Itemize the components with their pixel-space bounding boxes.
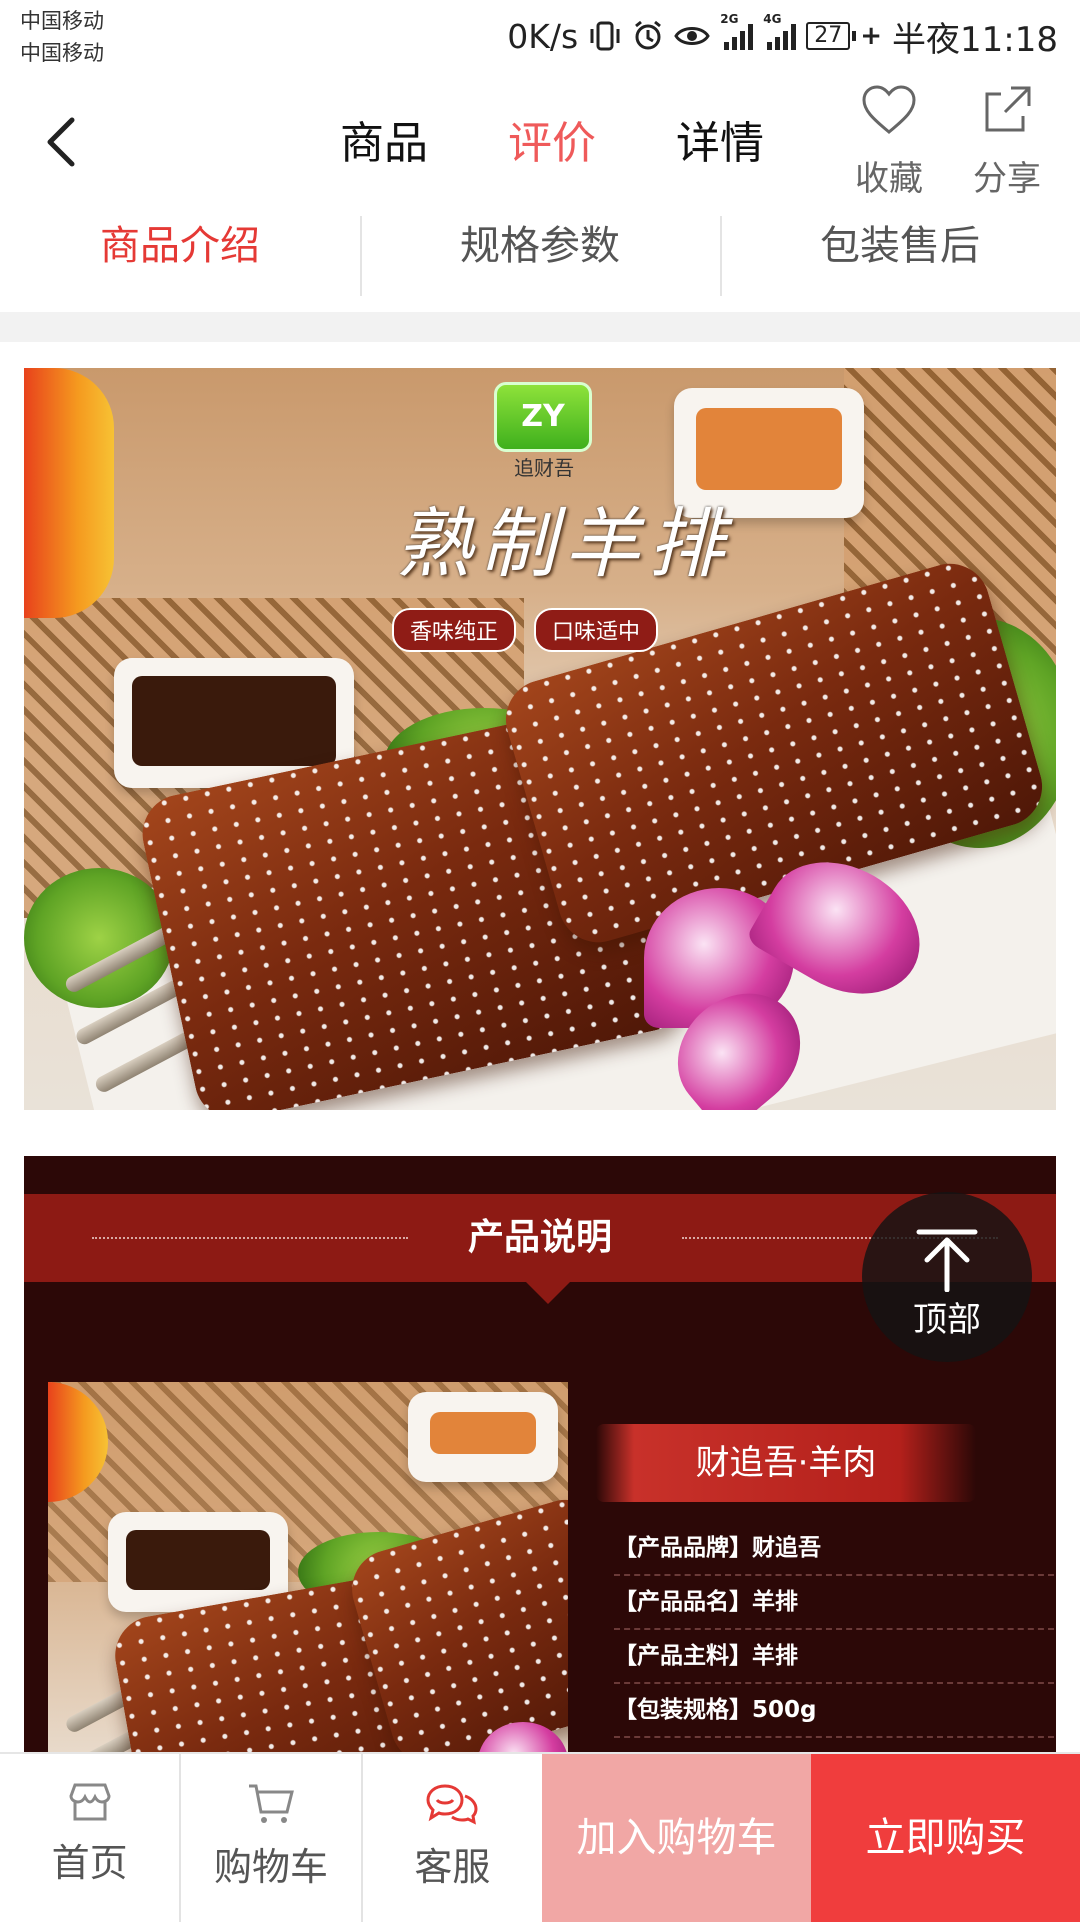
add-to-cart-button[interactable]: 加入购物车 <box>541 1754 811 1922</box>
subtab-product-intro[interactable]: 商品介绍 <box>0 212 360 312</box>
back-arrow-icon[interactable] <box>34 112 94 172</box>
spec-package: 【包装规格】500g <box>614 1684 1054 1738</box>
section-divider <box>0 312 1080 342</box>
cart-label: 购物车 <box>213 1845 328 1889</box>
buy-now-button[interactable]: 立即购买 <box>810 1754 1080 1922</box>
customer-service-button[interactable]: 客服 <box>360 1754 542 1922</box>
hero-title: 熟制羊排 <box>396 499 732 588</box>
bottom-action-bar: 首页 购物车 客服 加入购物车 立即购买 <box>0 1752 1080 1922</box>
brand-logo: ZY <box>494 382 592 452</box>
arrow-up-icon <box>916 1229 978 1292</box>
battery-icon: 27 + <box>806 21 882 51</box>
signal-2g-icon: 2G <box>720 12 754 50</box>
home-label: 首页 <box>51 1841 128 1885</box>
share-icon <box>985 86 1031 132</box>
brand-banner-text: 财追吾·羊肉 <box>695 1443 877 1483</box>
status-indicators: 0K/s 2G 4G 27 + 半夜11:18 <box>507 12 1058 60</box>
eye-icon <box>674 27 710 45</box>
store-icon <box>69 1783 111 1821</box>
carrier-2: 中国移动 <box>20 41 104 65</box>
product-photo <box>48 1382 568 1752</box>
clock: 半夜11:18 <box>892 19 1058 60</box>
page-tabs: 商品 评价 详情 <box>300 114 804 224</box>
tab-product[interactable]: 商品 <box>300 114 468 174</box>
hero-tags: 香味纯正 口味适中 <box>392 608 659 652</box>
share-label: 分享 <box>973 159 1041 199</box>
chat-icon <box>426 1784 478 1825</box>
spec-brand: 【产品品牌】财追吾 <box>614 1522 1054 1576</box>
top-nav: 商品 评价 详情 收藏 分享 <box>0 72 1080 224</box>
brand-name: 追财吾 <box>514 456 574 480</box>
signal-4g-icon: 4G <box>763 12 797 50</box>
home-button[interactable]: 首页 <box>0 1754 179 1922</box>
signal-2g-label: 2G <box>720 12 739 26</box>
subtab-specs[interactable]: 规格参数 <box>360 212 720 312</box>
favorite-button[interactable]: 收藏 <box>844 84 934 200</box>
back-to-top-button[interactable]: 顶部 <box>862 1192 1032 1362</box>
heart-icon <box>862 85 916 134</box>
back-to-top-label: 顶部 <box>913 1300 981 1340</box>
hero-product-image: ZY 追财吾 熟制羊排 香味纯正 口味适中 <box>24 368 1056 1110</box>
cart-icon <box>248 1784 294 1823</box>
status-bar: 中国移动 中国移动 0K/s 2G 4G 27 + 半夜11:18 <box>0 0 1080 72</box>
detail-sub-tabs: 商品介绍 规格参数 包装售后 <box>0 212 1080 312</box>
vibrate-icon <box>590 21 620 51</box>
alarm-icon <box>635 20 662 50</box>
signal-4g-label: 4G <box>763 12 782 26</box>
battery-level: 27 <box>806 22 851 50</box>
pepper-garnish <box>24 368 114 618</box>
product-detail-content[interactable]: ZY 追财吾 熟制羊排 香味纯正 口味适中 产品说明 财追吾·羊肉 【产品品牌】… <box>0 342 1080 1752</box>
spec-ingredient: 【产品主料】羊排 <box>614 1630 1054 1684</box>
subtab-packaging-aftersale[interactable]: 包装售后 <box>720 212 1080 312</box>
tag-aroma: 香味纯正 <box>392 608 517 652</box>
tag-taste: 口味适中 <box>534 608 659 652</box>
favorite-label: 收藏 <box>855 159 923 199</box>
spec-list: 【产品品牌】财追吾 【产品品名】羊排 【产品主料】羊排 【包装规格】500g <box>614 1522 1054 1738</box>
service-label: 客服 <box>414 1845 491 1889</box>
cart-button[interactable]: 购物车 <box>179 1754 360 1922</box>
tab-reviews[interactable]: 评价 <box>468 114 636 224</box>
spec-name: 【产品品名】羊排 <box>614 1576 1054 1630</box>
net-speed: 0K/s <box>507 16 579 56</box>
share-button[interactable]: 分享 <box>962 84 1052 200</box>
tab-details[interactable]: 详情 <box>636 114 804 174</box>
carrier-1: 中国移动 <box>20 9 104 33</box>
